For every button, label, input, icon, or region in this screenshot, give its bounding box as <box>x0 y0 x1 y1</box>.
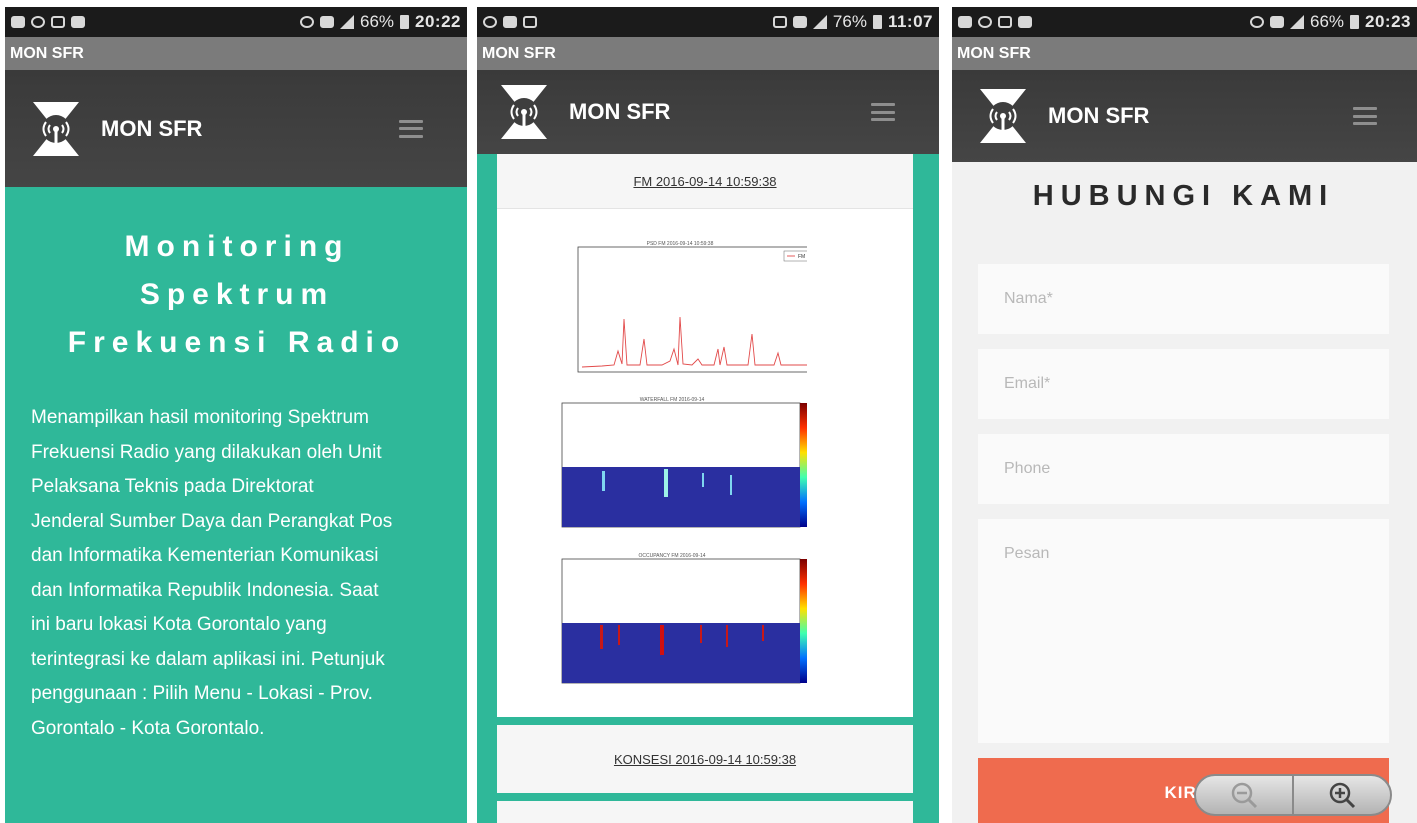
alarm-icon <box>31 16 45 28</box>
brand[interactable]: MON SFR <box>497 83 670 141</box>
clock: 20:23 <box>1365 12 1411 31</box>
results-area: FM 2016-09-14 10:59:38 PSD FM 2016-09-14… <box>477 154 939 823</box>
battery-percent: 66% <box>1309 12 1345 31</box>
antenna-logo <box>33 101 79 156</box>
contact-section: HUBUNGI KAMI KIRI <box>952 162 1417 823</box>
alarm-icon <box>978 16 992 28</box>
hero-text-line: penggunaan : Pilih Menu - Lokasi - Prov. <box>31 683 373 704</box>
psd-plot-title: PSD FM 2016-09-14 10:59:38 <box>647 241 714 247</box>
waterfall-plot-title: WATERFALL FM 2016-09-14 <box>640 397 705 403</box>
hero-text-line: dan Informatika Kementerian Komunikasi <box>31 545 379 566</box>
email-field[interactable] <box>978 349 1389 419</box>
whatsapp-icon <box>483 16 497 28</box>
clock: 11:07 <box>887 12 933 31</box>
navbar: MON SFR <box>952 70 1417 162</box>
screen-monitoring: 76% 11:07 MON SFR MON SFR FM 2016-09-14 … <box>477 7 939 823</box>
phone-field[interactable] <box>978 434 1389 504</box>
antenna-logo <box>980 89 1026 143</box>
card-header: FM 2016-09-14 10:59:38 <box>497 154 913 209</box>
hero-text-line: Gorontalo - Kota Gorontalo. <box>31 717 265 739</box>
hero-title-line: Spektrum <box>139 278 335 311</box>
alarm-icon <box>299 16 314 28</box>
battery-icon <box>400 15 410 29</box>
hero-text-line: dan Informatika Republik Indonesia. Saat <box>31 579 379 601</box>
occupancy-plot: OCCUPANCY FM 2016-09-14 <box>561 553 807 684</box>
result-card-next <box>497 801 913 823</box>
window-title: MON SFR <box>5 37 467 70</box>
name-field[interactable] <box>978 264 1389 334</box>
brand[interactable]: MON SFR <box>976 87 1149 145</box>
wifi-icon <box>319 16 334 28</box>
wifi-icon <box>1269 16 1284 28</box>
battery-icon <box>1350 15 1360 29</box>
screen-home: 66% 20:22 MON SFR MON SFR Monitoring Spe… <box>5 7 467 823</box>
hero-text-line: Pelaksana Teknis pada Direktorat <box>31 476 314 497</box>
hero-section: Monitoring Spektrum Frekuensi Radio Mena… <box>5 187 467 823</box>
hero-description: Menampilkan hasil monitoring Spektrum Fr… <box>31 401 443 746</box>
status-bar: 66% 20:23 <box>952 7 1417 37</box>
hero-text-line: terintegrasi ke dalam aplikasi ini. Petu… <box>31 648 385 670</box>
storage-icon <box>1018 16 1032 28</box>
signal-icon <box>812 15 827 29</box>
signal-icon <box>1289 15 1304 29</box>
message-field[interactable] <box>978 519 1389 743</box>
menu-icon[interactable] <box>399 119 423 138</box>
hero-title-line: Monitoring <box>124 230 350 263</box>
fm-result-link[interactable]: FM 2016-09-14 10:59:38 <box>633 174 776 189</box>
message-icon <box>958 16 972 28</box>
mail-icon <box>998 16 1012 28</box>
storage-icon <box>71 16 85 28</box>
battery-icon <box>872 15 882 29</box>
result-card-konsesi: KONSESI 2016-09-14 10:59:38 <box>497 725 913 793</box>
plots-area: PSD FM 2016-09-14 10:59:38 FM WATERFALL … <box>497 209 913 717</box>
download-icon <box>523 16 537 28</box>
alarm-icon <box>1249 16 1264 28</box>
zoom-control <box>1194 774 1392 816</box>
zoom-in-button[interactable] <box>1292 776 1390 814</box>
zoom-out-button[interactable] <box>1196 776 1292 814</box>
data-icon <box>792 16 807 28</box>
hero-title-line: Frekuensi Radio <box>67 326 407 359</box>
mail-icon <box>51 16 65 28</box>
hero-text-line: Menampilkan hasil monitoring Spektrum <box>31 407 369 428</box>
brand-name: MON SFR <box>569 99 671 124</box>
menu-icon[interactable] <box>871 103 895 121</box>
signal-icon <box>339 15 354 29</box>
brand-name: MON SFR <box>101 115 203 141</box>
zoom-in-icon <box>1329 782 1356 809</box>
result-card-fm: FM 2016-09-14 10:59:38 PSD FM 2016-09-14… <box>497 154 913 717</box>
hero-text-line: Frekuensi Radio yang dilakukan oleh Unit <box>31 441 382 463</box>
hero-title: Monitoring Spektrum Frekuensi Radio <box>31 223 443 367</box>
screen-contact: 66% 20:23 MON SFR MON SFR HUBUNGI KAMI K… <box>952 7 1417 823</box>
message-icon <box>503 16 517 28</box>
menu-icon[interactable] <box>1353 107 1377 125</box>
status-bar: 76% 11:07 <box>477 7 939 37</box>
contact-title: HUBUNGI KAMI <box>1032 180 1335 212</box>
psd-legend-label: FM <box>798 254 805 260</box>
brand-name: MON SFR <box>1048 103 1150 128</box>
battery-percent: 66% <box>359 12 395 31</box>
nfc-icon <box>772 16 787 28</box>
hero-text-line: Jenderal Sumber Daya dan Perangkat Pos <box>31 510 393 532</box>
brand[interactable]: MON SFR <box>29 100 202 158</box>
zoom-out-icon <box>1231 782 1258 809</box>
navbar: MON SFR <box>5 70 467 187</box>
hero-text-line: ini baru lokasi Kota Gorontalo yang <box>31 614 327 635</box>
waterfall-plot: WATERFALL FM 2016-09-14 <box>561 397 807 528</box>
window-title: MON SFR <box>952 37 1417 70</box>
status-bar: 66% 20:22 <box>5 7 467 37</box>
occupancy-plot-title: OCCUPANCY FM 2016-09-14 <box>638 553 705 559</box>
konsesi-result-link[interactable]: KONSESI 2016-09-14 10:59:38 <box>614 752 796 767</box>
message-icon <box>11 16 25 28</box>
antenna-logo <box>501 85 547 139</box>
window-title: MON SFR <box>477 37 939 70</box>
navbar: MON SFR <box>477 70 939 154</box>
clock: 20:22 <box>415 12 461 31</box>
psd-plot: PSD FM 2016-09-14 10:59:38 FM <box>577 241 807 373</box>
battery-percent: 76% <box>832 12 867 31</box>
